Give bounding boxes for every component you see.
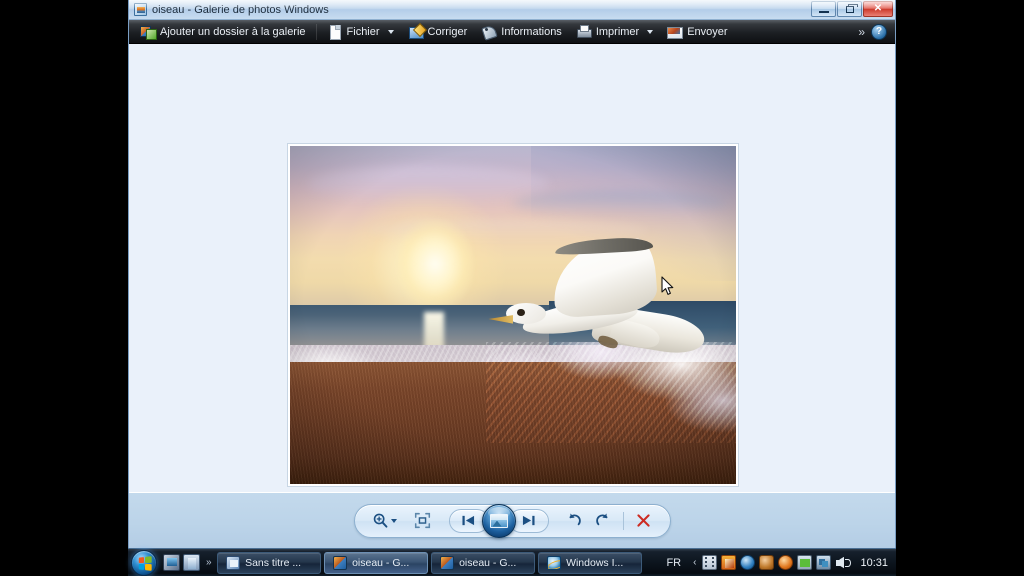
rotate-cw-button[interactable] (589, 508, 617, 534)
toolbar-separator (315, 23, 317, 40)
amber-app-icon[interactable] (778, 555, 794, 570)
volume-icon[interactable] (835, 556, 852, 570)
photo-viewer-area (129, 44, 895, 492)
brown-app-icon[interactable] (759, 555, 775, 570)
photo-gallery-window: oiseau - Galerie de photos Windows ✕ Ajo… (128, 0, 896, 548)
magnifier-plus-icon (373, 513, 388, 528)
media-player-icon[interactable] (163, 554, 180, 571)
photo-image[interactable] (290, 146, 736, 484)
windows-start-orb[interactable] (131, 549, 157, 576)
toolbar-send[interactable]: Envoyer (660, 21, 734, 43)
rotate-ccw-icon (569, 513, 581, 526)
quicklaunch-overflow-icon[interactable]: » (203, 557, 213, 568)
minimize-button[interactable] (811, 1, 836, 17)
taskbar-button-gallery-1[interactable]: oiseau - G... (324, 551, 429, 574)
language-indicator[interactable]: FR (660, 557, 687, 569)
toolbar-add-folder-label: Ajouter un dossier à la galerie (160, 25, 306, 38)
slideshow-button[interactable] (481, 503, 516, 538)
main-toolbar: Ajouter un dossier à la galerie Fichier … (129, 20, 895, 44)
system-tray: FR ‹ 10:31 (660, 555, 894, 570)
toolbar-info-label: Informations (501, 25, 562, 38)
rotate-ccw-button[interactable] (561, 508, 589, 534)
film-icon[interactable] (702, 555, 718, 570)
taskbar-button-wordpad[interactable]: Sans titre ... (217, 551, 322, 574)
printer-icon (576, 24, 592, 39)
zoom-button[interactable] (367, 508, 395, 534)
tray-expand-chevron-icon[interactable]: ‹ (691, 557, 698, 568)
restore-button[interactable] (837, 1, 862, 17)
toolbar-fix[interactable]: Corriger (401, 21, 475, 43)
quick-launch-bar: » (160, 554, 216, 571)
battery-icon[interactable] (797, 555, 813, 570)
window-title: oiseau - Galerie de photos Windows (152, 3, 329, 16)
desktop-screen: oiseau - Galerie de photos Windows ✕ Ajo… (0, 0, 1024, 576)
clock[interactable]: 10:31 (856, 557, 888, 569)
rotate-cw-icon (596, 513, 608, 526)
skip-forward-icon (522, 515, 535, 526)
toolbar-print[interactable]: Imprimer (569, 21, 660, 43)
toolbar-print-label: Imprimer (595, 25, 640, 38)
chevron-down-icon (647, 29, 654, 34)
windows-taskbar: » Sans titre ... oiseau - G... oiseau - … (128, 548, 896, 576)
slideshow-picture-icon (489, 513, 508, 528)
internet-explorer-icon (547, 555, 562, 570)
add-folder-icon (140, 25, 157, 40)
taskbar-button-explorer[interactable]: Windows I... (538, 551, 643, 574)
help-button[interactable] (871, 23, 887, 40)
skip-back-icon (462, 515, 475, 526)
orange-app-icon[interactable] (721, 555, 737, 570)
window-controls: ✕ (811, 1, 893, 17)
taskbar-button-label: Windows I... (566, 556, 624, 569)
photo-gallery-icon (333, 555, 348, 570)
window-title-bar[interactable]: oiseau - Galerie de photos Windows ✕ (129, 0, 895, 20)
photo-gallery-icon (440, 555, 455, 570)
photo-gallery-icon (134, 3, 147, 16)
toolbar-overflow-icon[interactable]: » (850, 25, 871, 39)
chevron-down-icon (387, 29, 394, 34)
bottom-control-bar (129, 492, 895, 548)
delete-button[interactable] (630, 508, 658, 534)
control-separator (622, 511, 624, 530)
info-tag-icon (481, 25, 496, 39)
fit-to-window-icon (414, 512, 431, 529)
toolbar-file-label: Fichier (346, 25, 380, 38)
folder-icon[interactable] (183, 554, 200, 571)
file-icon (327, 24, 342, 40)
close-button[interactable]: ✕ (863, 1, 893, 17)
taskbar-button-label: Sans titre ... (245, 556, 302, 569)
taskbar-button-label: oiseau - G... (352, 556, 410, 569)
mouse-cursor (661, 276, 674, 295)
viewer-controls (353, 503, 671, 538)
network-icon[interactable] (816, 555, 832, 570)
taskbar-button-label: oiseau - G... (459, 556, 517, 569)
photo-frame (288, 144, 738, 486)
send-mail-icon (667, 25, 684, 39)
toolbar-add-folder[interactable]: Ajouter un dossier à la galerie (133, 21, 313, 43)
wordpad-icon (226, 555, 241, 570)
toolbar-send-label: Envoyer (687, 25, 728, 38)
toolbar-info[interactable]: Informations (474, 21, 569, 43)
toolbar-fix-label: Corriger (427, 25, 468, 38)
fit-to-window-button[interactable] (409, 508, 437, 534)
toolbar-file[interactable]: Fichier (320, 21, 401, 43)
fix-icon (408, 25, 424, 39)
delete-x-icon (637, 514, 650, 527)
blue-app-icon[interactable] (740, 555, 756, 570)
taskbar-button-gallery-2[interactable]: oiseau - G... (431, 551, 536, 574)
windows-flag-icon (138, 555, 152, 571)
